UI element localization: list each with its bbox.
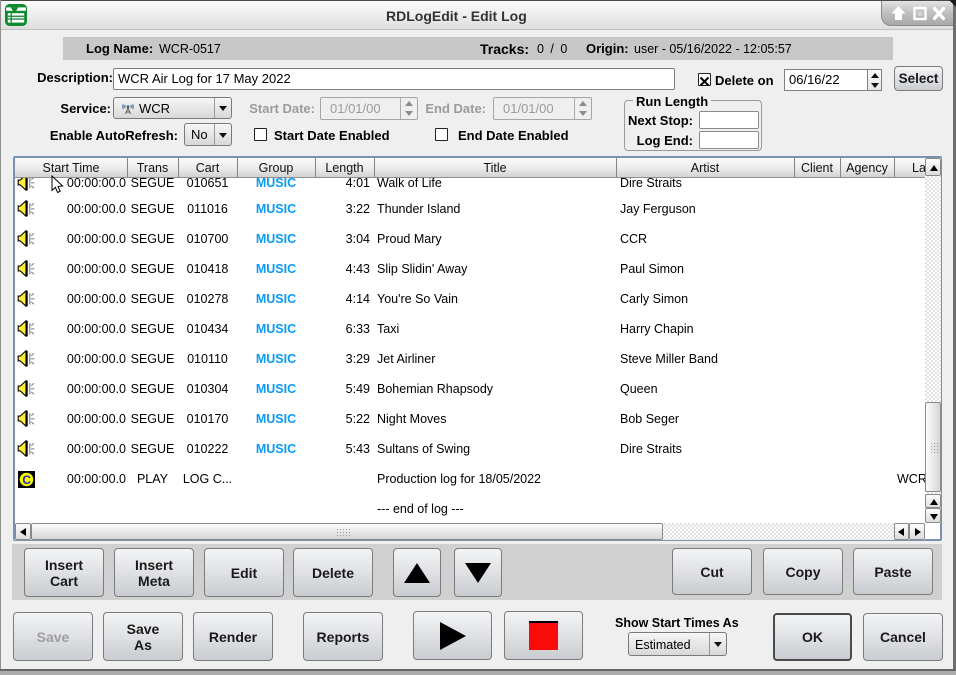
svg-text:C: C <box>22 473 31 487</box>
